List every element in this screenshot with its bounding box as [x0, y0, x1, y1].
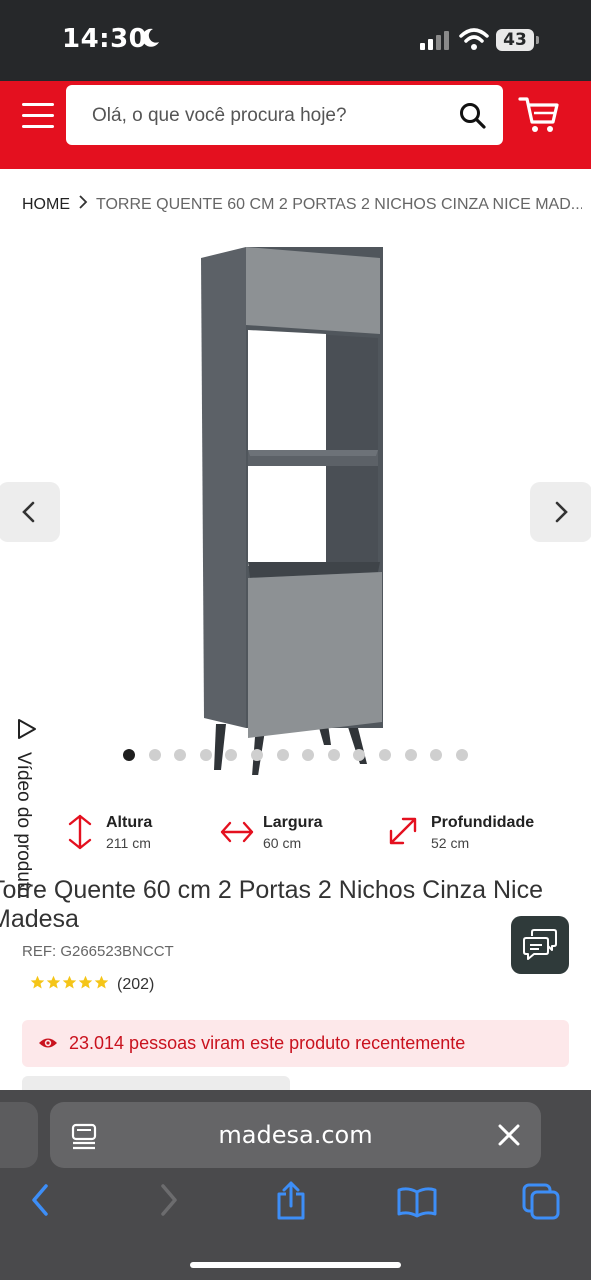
- chevron-right-icon: [555, 501, 568, 523]
- gallery-dot[interactable]: [404, 749, 417, 761]
- wifi-icon: [459, 28, 489, 50]
- forward-icon[interactable]: [157, 1184, 181, 1216]
- previous-tab-peek[interactable]: [0, 1102, 38, 1168]
- eye-icon: [39, 1038, 57, 1048]
- gallery-next-button[interactable]: [530, 482, 591, 542]
- search-placeholder: Olá, o que você procura hoje?: [92, 105, 347, 126]
- bookmarks-icon[interactable]: [396, 1186, 438, 1218]
- star-icon: [62, 975, 77, 989]
- cart-icon[interactable]: [518, 95, 560, 135]
- star-icon: [78, 975, 93, 989]
- cellular-signal-icon: [420, 31, 449, 50]
- gallery-dot[interactable]: [455, 749, 468, 761]
- battery-tip: [536, 36, 539, 44]
- chat-icon: [523, 929, 557, 960]
- dimension-label: Altura: [106, 814, 153, 831]
- dimension-depth: Profundidade 52 cm: [388, 812, 568, 854]
- vertical-arrows-icon: [68, 814, 92, 850]
- dimension-value: 52 cm: [431, 835, 470, 851]
- tabs-icon[interactable]: [521, 1182, 561, 1220]
- recently-viewed-banner: 23.014 pessoas viram este produto recent…: [22, 1020, 569, 1067]
- horizontal-arrows-icon: [220, 821, 254, 843]
- breadcrumb: HOME TORRE QUENTE 60 CM 2 PORTAS 2 NICHOS…: [22, 195, 582, 215]
- url-text: madesa.com: [218, 1121, 373, 1149]
- moon-icon: [142, 28, 159, 47]
- gallery-dot[interactable]: [276, 749, 289, 761]
- product-title: Torre Quente 60 cm 2 Portas 2 Nichos Cin…: [0, 876, 544, 933]
- gallery-dot[interactable]: [199, 749, 212, 761]
- gallery-dot[interactable]: [148, 749, 161, 761]
- gallery-dot[interactable]: [379, 749, 391, 761]
- dimension-label: Profundidade: [431, 814, 535, 831]
- play-icon: [18, 719, 36, 739]
- recently-viewed-text: 23.014 pessoas viram este produto recent…: [69, 1033, 466, 1053]
- site-header: Olá, o que você procura hoje?: [0, 81, 591, 169]
- chevron-left-icon: [22, 501, 35, 523]
- star-icon: [46, 975, 61, 989]
- chevron-right-icon: [79, 195, 88, 209]
- close-icon[interactable]: [497, 1123, 521, 1147]
- browser-toolbar: madesa.com: [0, 1090, 591, 1280]
- back-icon[interactable]: [28, 1184, 52, 1216]
- star-icon: [30, 975, 45, 989]
- product-ref: REF: G266523BNCCT: [22, 943, 174, 960]
- dimension-label: Largura: [263, 814, 323, 831]
- breadcrumb-current: TORRE QUENTE 60 CM 2 PORTAS 2 NICHOS CIN…: [96, 196, 582, 213]
- battery-level: 43: [496, 29, 534, 51]
- diagonal-arrows-icon: [389, 817, 417, 845]
- search-input[interactable]: Olá, o que você procura hoje?: [66, 85, 503, 145]
- search-icon[interactable]: [459, 102, 487, 130]
- gallery-dot[interactable]: [123, 749, 135, 761]
- address-bar[interactable]: madesa.com: [50, 1102, 541, 1168]
- dimension-width: Largura 60 cm: [220, 812, 350, 854]
- gallery-dot[interactable]: [327, 749, 340, 761]
- chat-button[interactable]: [511, 916, 569, 974]
- share-icon[interactable]: [274, 1180, 308, 1220]
- battery-indicator: 43: [496, 29, 540, 51]
- gallery-dot[interactable]: [251, 749, 263, 761]
- menu-icon[interactable]: [22, 101, 54, 131]
- gallery-prev-button[interactable]: [0, 482, 60, 542]
- dimension-height: Altura 211 cm: [66, 812, 186, 854]
- review-count[interactable]: (202): [117, 976, 154, 994]
- status-bar: 14:30 43: [0, 0, 591, 81]
- product-image[interactable]: [0, 235, 591, 775]
- home-indicator: [190, 1262, 401, 1268]
- star-icon: [94, 975, 109, 989]
- breadcrumb-home[interactable]: HOME: [22, 196, 70, 213]
- status-time: 14:30: [62, 24, 148, 54]
- dimension-value: 211 cm: [106, 835, 151, 851]
- dimension-value: 60 cm: [263, 835, 302, 851]
